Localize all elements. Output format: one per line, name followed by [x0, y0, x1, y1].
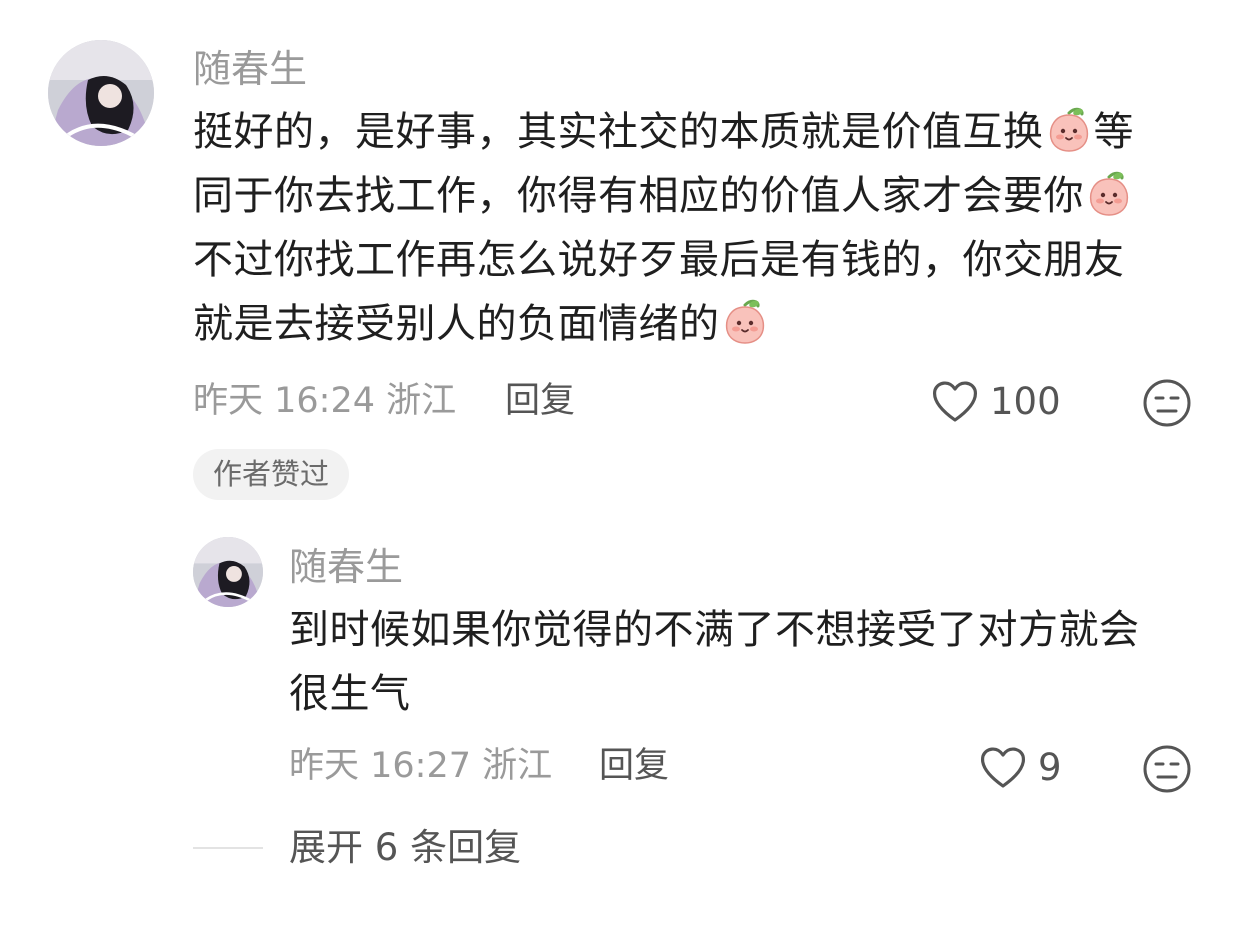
reply-button[interactable]: 回复 [505, 384, 575, 419]
avatar[interactable] [193, 537, 263, 607]
reply-username[interactable]: 随春生 [289, 548, 403, 586]
username[interactable]: 随春生 [193, 50, 307, 88]
reply-line: 很生气 [289, 671, 411, 717]
meh-face-icon[interactable] [1142, 744, 1192, 794]
peach-face-emoji [1045, 105, 1093, 153]
comment-line: 就是去接受别人的负面情绪的 [193, 292, 1203, 356]
like-button[interactable]: 100 [930, 378, 1061, 424]
meh-face-icon[interactable] [1142, 378, 1192, 428]
like-count: 100 [990, 379, 1061, 423]
reply-button[interactable]: 回复 [599, 749, 669, 784]
reply-text: 到时候如果你觉得的不满了不想接受了对方就会 很生气 [289, 598, 1209, 726]
expand-replies-button[interactable]: 展开 6 条回复 [289, 829, 521, 866]
heart-icon [932, 381, 978, 422]
comment-line: 同于你去找工作，你得有相应的价值人家才会要你 [193, 164, 1203, 228]
divider [193, 847, 263, 849]
like-count: 9 [1038, 745, 1062, 789]
comment-line: 挺好的，是好事，其实社交的本质就是价值互换等 [193, 100, 1203, 164]
like-button[interactable]: 9 [978, 744, 1062, 790]
comment-meta: 昨天 16:24 浙江 [193, 381, 457, 421]
comment-text: 挺好的，是好事，其实社交的本质就是价值互换等 同于你去找工作，你得有相应的价值人… [193, 100, 1203, 356]
comment-line: 不过你找工作再怎么说好歹最后是有钱的，你交朋友 [193, 237, 1125, 283]
avatar[interactable] [48, 40, 154, 146]
peach-face-emoji [721, 297, 769, 345]
reply-meta: 昨天 16:27 浙江 [289, 746, 553, 786]
heart-icon [980, 747, 1026, 788]
peach-face-emoji [1085, 169, 1133, 217]
reply-line: 到时候如果你觉得的不满了不想接受了对方就会 [289, 607, 1140, 653]
author-liked-badge: 作者赞过 [193, 449, 350, 500]
